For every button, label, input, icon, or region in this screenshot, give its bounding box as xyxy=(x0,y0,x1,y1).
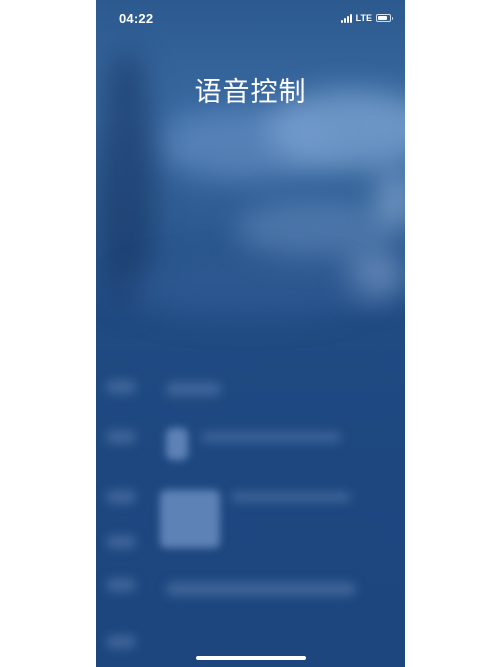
page-title: 语音控制 xyxy=(194,77,307,108)
blurred-row xyxy=(231,492,351,502)
blurred-row xyxy=(201,432,341,442)
blurred-row xyxy=(106,578,136,592)
blurred-row xyxy=(106,430,136,444)
blurred-row xyxy=(106,535,136,549)
blurred-row xyxy=(166,582,356,596)
status-time: 04:22 xyxy=(119,11,154,26)
battery-level xyxy=(378,16,388,20)
phone-screen: 04:22 LTE 语音控制 xyxy=(96,0,405,667)
blurred-row xyxy=(166,382,221,396)
blurred-row xyxy=(106,490,136,504)
battery-icon xyxy=(376,14,393,22)
page: 04:22 LTE 语音控制 xyxy=(0,0,500,667)
status-bar: 04:22 LTE xyxy=(96,0,405,40)
signal-bars-icon xyxy=(340,13,352,23)
blurred-row xyxy=(106,380,136,394)
blurred-row xyxy=(106,635,136,649)
status-indicators: LTE xyxy=(340,13,393,23)
blurred-background-shape xyxy=(116,260,376,320)
blurred-background-shape xyxy=(156,110,336,180)
blurred-thumbnail xyxy=(160,490,220,548)
blurred-thumbnail xyxy=(166,428,188,460)
home-indicator[interactable] xyxy=(196,656,306,660)
network-type-label: LTE xyxy=(355,13,372,23)
